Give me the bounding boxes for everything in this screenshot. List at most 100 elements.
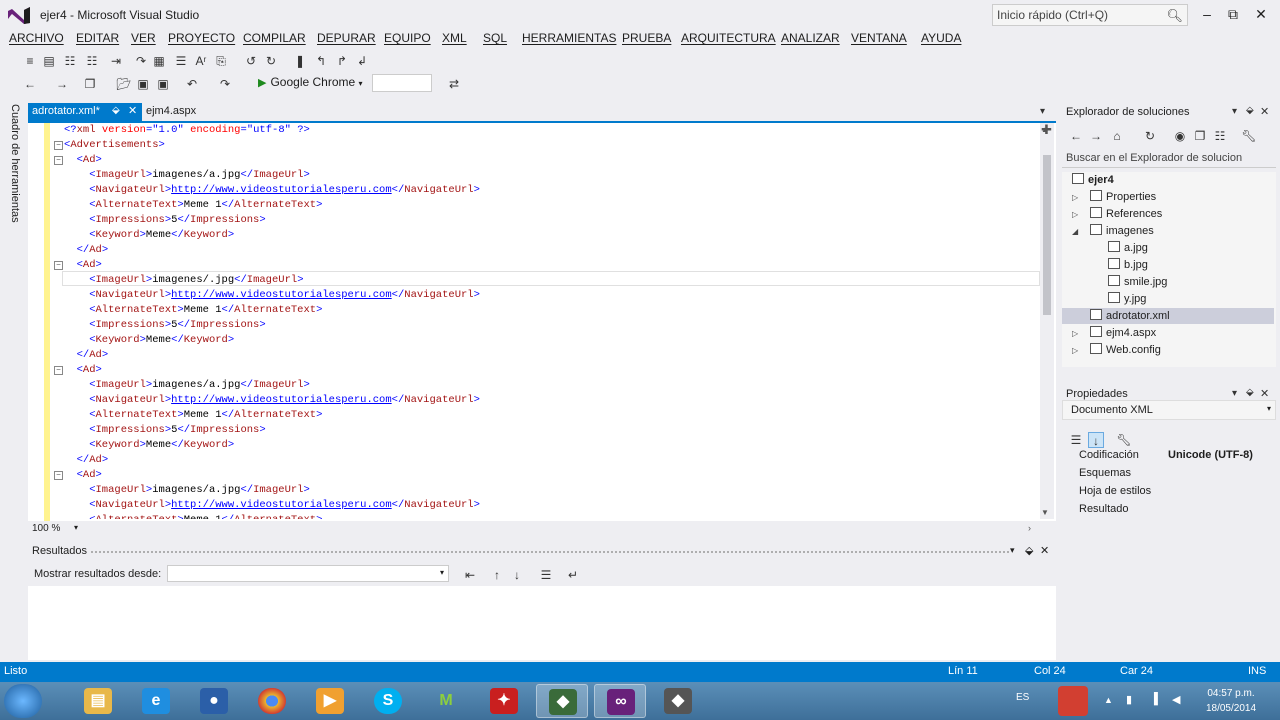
bookmark-icon[interactable]: ❚ <box>292 53 308 69</box>
word-wrap-icon[interactable]: ↵ <box>565 567 581 583</box>
taskbar-visual-studio[interactable]: ∞ <box>594 684 646 718</box>
solution-item[interactable]: smile.jpg <box>1108 275 1167 288</box>
code-line[interactable]: <ImageUrl>imagenes/.jpg</ImageUrl> <box>89 273 303 288</box>
solution-config-dropdown[interactable] <box>372 74 432 92</box>
menu-prueba[interactable]: PRUEBA <box>622 31 671 45</box>
ad-element[interactable]: <Ad> <box>77 258 102 273</box>
start-debugging-button[interactable]: ▶ Google Chrome ▾ <box>258 75 363 93</box>
root-element[interactable]: <Advertisements> <box>64 138 165 153</box>
code-line[interactable]: <NavigateUrl>http://www.videostutoriales… <box>89 393 480 408</box>
menu-proyecto[interactable]: PROYECTO <box>168 31 235 45</box>
prev-message-icon[interactable]: ↑ <box>489 567 505 583</box>
redo-icon[interactable]: ↷ <box>217 76 233 92</box>
menu-herramientas[interactable]: HERRAMIENTAS <box>522 31 616 45</box>
quick-launch-input[interactable]: Inicio rápido (Ctrl+Q) 🔍︎ <box>992 4 1188 26</box>
menu-ver[interactable]: VER <box>131 31 156 45</box>
pane-menu-icon[interactable]: ▾ <box>1232 106 1237 117</box>
scroll-down-icon[interactable]: ▼ <box>1041 508 1049 517</box>
save-all-icon[interactable]: ▣ <box>155 76 171 92</box>
solution-item[interactable]: ejer4 <box>1072 173 1114 186</box>
forward-icon[interactable]: → <box>54 76 70 92</box>
collapse-icon[interactable]: − <box>54 366 63 375</box>
prev-bookmark-icon[interactable]: ↰ <box>313 53 329 69</box>
code-line[interactable]: </Ad> <box>77 348 109 363</box>
next-message-icon[interactable]: ↓ <box>509 567 525 583</box>
property-row[interactable]: Resultado <box>1062 500 1276 518</box>
back-icon[interactable]: ← <box>22 76 38 92</box>
clear-all-icon[interactable]: ☰ <box>538 567 554 583</box>
undo-icon[interactable]: ↶ <box>184 76 200 92</box>
start-button[interactable] <box>4 684 42 718</box>
replace-icon[interactable]: ▦ <box>151 53 167 69</box>
forward-icon[interactable]: → <box>1088 128 1104 144</box>
property-row[interactable]: Esquemas <box>1062 464 1276 482</box>
code-line[interactable]: <Keyword>Meme</Keyword> <box>89 333 234 348</box>
show-all-files-icon[interactable]: ☷ <box>1212 128 1228 144</box>
find-icon[interactable]: ↷ <box>133 53 149 69</box>
taskbar-app[interactable]: ● <box>188 684 240 718</box>
output-source-select[interactable]: ▾ <box>167 565 449 582</box>
solution-item[interactable]: ejm4.aspx <box>1090 326 1156 339</box>
solution-search-input[interactable]: Buscar en el Explorador de solucion <box>1062 150 1276 168</box>
menu-sql[interactable]: SQL <box>483 31 507 45</box>
browser-link-icon[interactable]: ⇄ <box>446 76 462 92</box>
pin-icon[interactable]: ⬙ <box>112 105 120 116</box>
taskbar-skype[interactable]: S <box>362 684 414 718</box>
restore-button[interactable]: ⧉ <box>1220 4 1246 24</box>
solution-item[interactable]: Web.config <box>1090 343 1161 356</box>
collapse-all-icon[interactable]: ❐ <box>1192 128 1208 144</box>
pending-changes-icon[interactable]: ◉ <box>1172 128 1188 144</box>
open-file-icon[interactable]: 📂︎ <box>116 76 132 92</box>
code-line[interactable]: <ImageUrl>imagenes/a.jpg</ImageUrl> <box>89 168 310 183</box>
minimize-button[interactable]: – <box>1194 4 1220 24</box>
taskbar-acrobat[interactable]: ✦ <box>478 684 530 718</box>
expand-icon[interactable]: ▷ <box>1072 193 1078 202</box>
code-line[interactable]: <NavigateUrl>http://www.videostutoriales… <box>89 288 480 303</box>
ad-element[interactable]: <Ad> <box>77 468 102 483</box>
input-language[interactable]: ES <box>1016 692 1029 703</box>
properties-object-select[interactable]: Documento XML ▾ <box>1062 400 1276 420</box>
back-icon[interactable]: ← <box>1068 128 1084 144</box>
volume-icon[interactable]: ◀ <box>1172 693 1180 706</box>
sync-icon[interactable]: ↻ <box>1142 128 1158 144</box>
indent-icon[interactable]: ⇥ <box>108 53 124 69</box>
code-line[interactable]: </Ad> <box>77 243 109 258</box>
pin-icon[interactable]: ⬙ <box>1246 105 1254 116</box>
copy-icon[interactable]: ⎘ <box>213 53 229 69</box>
doc-outline-icon[interactable]: ▤ <box>41 53 57 69</box>
taskbar-media[interactable]: ▶ <box>304 684 356 718</box>
code-line[interactable]: <AlternateText>Meme 1</AlternateText> <box>89 513 322 519</box>
zoom-level[interactable]: 100 % <box>32 523 60 534</box>
close-tab-icon[interactable]: ✕ <box>128 104 137 117</box>
property-row[interactable]: Hoja de estilos <box>1062 482 1276 500</box>
results-output[interactable] <box>28 586 1056 660</box>
code-line[interactable]: </Ad> <box>77 453 109 468</box>
home-icon[interactable]: ⌂ <box>1109 128 1125 144</box>
close-pane-icon[interactable]: ✕ <box>1260 105 1269 118</box>
taskbar-ie[interactable]: e <box>130 684 182 718</box>
uncomment-icon[interactable]: ↻ <box>263 53 279 69</box>
find-message-icon[interactable]: ⇤ <box>462 567 478 583</box>
power-icon[interactable]: ▮ <box>1126 693 1132 706</box>
solution-item[interactable]: b.jpg <box>1108 258 1148 271</box>
close-pane-icon[interactable]: ✕ <box>1260 387 1269 400</box>
expand-icon[interactable]: ▷ <box>1072 210 1078 219</box>
pane-menu-icon[interactable]: ▾ <box>1232 388 1237 399</box>
code-line[interactable]: <AlternateText>Meme 1</AlternateText> <box>89 198 322 213</box>
taskbar-movistar[interactable]: M <box>420 684 472 718</box>
solution-item[interactable]: References <box>1090 207 1162 220</box>
pane-menu-icon[interactable]: ▾ <box>1010 545 1015 556</box>
clear-bookmark-icon[interactable]: ↲ <box>354 53 370 69</box>
expand-icon[interactable]: ▷ <box>1072 329 1078 338</box>
menu-ventana[interactable]: VENTANA <box>851 31 907 45</box>
save-icon[interactable]: ▣ <box>135 76 151 92</box>
pin-icon[interactable]: ⬙ <box>1246 387 1254 398</box>
collapse-icon[interactable]: − <box>54 141 63 150</box>
menu-xml[interactable]: XML <box>442 31 467 45</box>
tree-icon[interactable]: ☷ <box>62 53 78 69</box>
collapse-icon[interactable]: − <box>54 156 63 165</box>
menu-arquitectura[interactable]: ARQUITECTURA <box>681 31 776 45</box>
tab-adrotator-xml[interactable]: adrotator.xml* ⬙ ✕ <box>28 103 142 121</box>
property-row[interactable]: Codificación Unicode (UTF-8) <box>1062 446 1276 464</box>
code-line[interactable]: <Impressions>5</Impressions> <box>89 213 265 228</box>
